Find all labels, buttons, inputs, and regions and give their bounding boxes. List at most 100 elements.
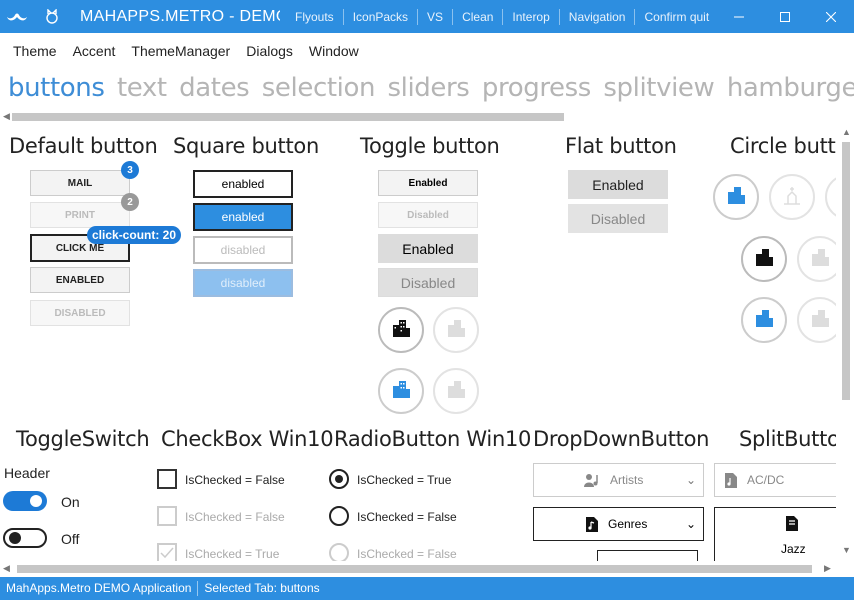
close-button[interactable]	[808, 0, 854, 33]
toggle-enabled-button[interactable]: Enabled	[378, 170, 478, 196]
square-disabled-button[interactable]: disabled	[193, 236, 293, 264]
checkbox-3[interactable]	[157, 543, 177, 561]
toggleswitch-label: Header	[4, 465, 50, 481]
tab-buttons[interactable]: buttons	[8, 73, 105, 103]
tab-scrollbar[interactable]: ◀	[0, 111, 854, 123]
flat-button-header: Flat button	[565, 134, 677, 158]
square-enabled-button[interactable]: enabled	[193, 170, 293, 198]
flat-enabled-button[interactable]: Enabled	[568, 170, 668, 199]
toggle-circle-blue-disabled-button[interactable]	[433, 368, 479, 414]
toggle-button-header: Toggle button	[360, 134, 500, 158]
toggle-off-label: Off	[61, 531, 80, 547]
status-app-name: MahApps.Metro DEMO Application	[0, 581, 199, 596]
toggle-switch-on[interactable]	[3, 491, 47, 511]
menu-theme[interactable]: Theme	[5, 43, 65, 59]
toggle-circle-dark-button[interactable]	[378, 307, 424, 353]
github-icon[interactable]	[38, 0, 66, 33]
toggle-circle-disabled-button[interactable]	[433, 307, 479, 353]
tab-progress[interactable]: progress	[482, 73, 591, 103]
tab-text[interactable]: text	[117, 73, 167, 103]
checkbox-1[interactable]	[157, 469, 177, 489]
menu-thememanager[interactable]: ThemeManager	[123, 43, 238, 59]
acdc-label: AC/DC	[747, 473, 785, 487]
vertical-scrollbar[interactable]: ▲ ▼	[838, 125, 854, 569]
acdc-splitbutton[interactable]: AC/DC	[714, 463, 836, 497]
circle-blue-button[interactable]	[713, 174, 759, 220]
music-file-icon	[725, 473, 737, 491]
scroll-down-arrow-icon[interactable]: ▼	[842, 545, 851, 555]
tab-sliders[interactable]: sliders	[388, 73, 470, 103]
scroll-up-arrow-icon[interactable]: ▲	[842, 127, 851, 137]
cmd-navigation[interactable]: Navigation	[558, 8, 635, 25]
artists-dropdown[interactable]: Artists ⌄	[533, 463, 704, 497]
print-button[interactable]: PRINT	[30, 202, 130, 228]
window-title: MAHAPPS.METRO - DEMO APPLICATION	[80, 8, 280, 25]
dropdown-partial-button[interactable]	[597, 550, 698, 561]
circle-church-disabled-button[interactable]	[769, 174, 815, 220]
toggle-switch-off[interactable]	[3, 528, 47, 548]
radio-2[interactable]	[329, 506, 349, 526]
splitbutton-header: SplitButton	[739, 427, 836, 451]
tab-hamburger[interactable]: hamburger	[727, 73, 854, 103]
genres-dropdown[interactable]: Genres ⌄	[533, 507, 704, 541]
scroll-left-arrow-icon[interactable]: ◀	[3, 563, 10, 574]
checkbox-header: CheckBox Win10	[161, 427, 334, 451]
horizontal-scrollbar[interactable]: ◀ ▶	[0, 561, 838, 577]
toggle-enabled-large-button[interactable]: Enabled	[378, 234, 478, 263]
radio-1[interactable]	[329, 469, 349, 489]
toggle-on-label: On	[61, 494, 80, 510]
circle-blue-2-disabled-button[interactable]	[797, 297, 836, 343]
tab-splitview[interactable]: splitview	[603, 73, 714, 103]
circle-partial-button[interactable]	[825, 174, 836, 220]
jazz-splitbutton[interactable]: Jazz	[714, 507, 836, 561]
cmd-iconpacks[interactable]: IconPacks	[342, 8, 417, 25]
radio-3[interactable]	[329, 543, 349, 561]
city-icon	[754, 247, 774, 272]
checkbox-2[interactable]	[157, 506, 177, 526]
cmd-vs[interactable]: VS	[417, 8, 452, 25]
toggle-disabled-button[interactable]: Disabled	[378, 202, 478, 228]
checkbox-3-label: IsChecked = True	[185, 547, 280, 561]
flat-disabled-button[interactable]: Disabled	[568, 204, 668, 233]
circle-dark-disabled-button[interactable]	[797, 236, 836, 282]
disabled-button[interactable]: DISABLED	[30, 300, 130, 326]
artists-label: Artists	[610, 473, 644, 487]
cmd-flyouts[interactable]: Flyouts	[286, 9, 343, 25]
scroll-left-arrow-icon[interactable]: ◀	[3, 111, 10, 122]
vertical-scroll-thumb[interactable]	[842, 142, 850, 400]
horizontal-scroll-thumb[interactable]	[17, 565, 812, 573]
square-enabled-selected-button[interactable]: enabled	[193, 203, 293, 231]
minimize-button[interactable]	[716, 0, 762, 33]
scroll-right-arrow-icon[interactable]: ▶	[824, 563, 831, 574]
cmd-clean[interactable]: Clean	[452, 8, 502, 25]
tab-scroll-thumb[interactable]	[12, 113, 564, 121]
menu-window[interactable]: Window	[301, 43, 367, 59]
menu-dialogs[interactable]: Dialogs	[238, 43, 301, 59]
circle-blue-2-button[interactable]	[741, 297, 787, 343]
maximize-button[interactable]	[762, 0, 808, 33]
city-icon	[446, 318, 466, 343]
tab-dates[interactable]: dates	[179, 73, 250, 103]
tab-selection[interactable]: selection	[262, 73, 376, 103]
print-badge: 2	[121, 193, 139, 211]
mail-button[interactable]: MAIL	[30, 170, 130, 196]
city-icon	[391, 318, 411, 343]
chevron-down-icon: ⌄	[686, 473, 697, 487]
status-bar: MahApps.Metro DEMO Application Selected …	[0, 577, 854, 600]
checkmark-icon	[160, 547, 174, 559]
toggle-disabled-large-button[interactable]: Disabled	[378, 268, 478, 297]
city-icon	[446, 379, 466, 404]
checkbox-1-label: IsChecked = False	[185, 473, 285, 487]
circle-button-header: Circle button	[730, 134, 836, 158]
cmd-interop[interactable]: Interop	[502, 8, 558, 25]
toggle-circle-blue-button[interactable]	[378, 368, 424, 414]
square-disabled-selected-button[interactable]: disabled	[193, 269, 293, 297]
menu-bar: Theme Accent ThemeManager Dialogs Window	[0, 33, 854, 69]
tab-strip: buttons text dates selection sliders pro…	[0, 73, 854, 111]
circle-dark-button[interactable]	[741, 236, 787, 282]
menu-accent[interactable]: Accent	[65, 43, 124, 59]
music-file-icon	[786, 516, 798, 536]
cmd-confirm-quit[interactable]: Confirm quit	[634, 8, 718, 25]
church-icon	[782, 185, 802, 210]
enabled-button[interactable]: ENABLED	[30, 267, 130, 293]
